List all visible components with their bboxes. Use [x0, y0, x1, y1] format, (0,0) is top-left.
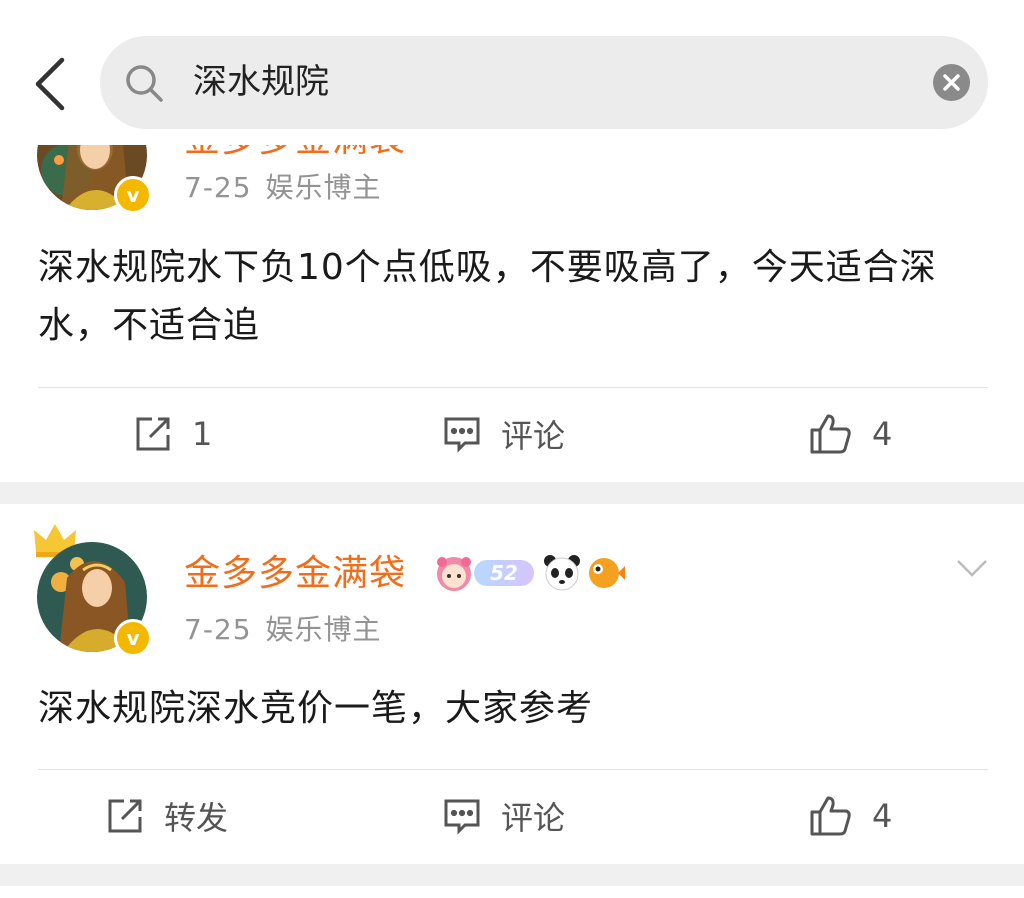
clear-search-button[interactable]: [933, 64, 970, 101]
verified-badge-icon: v: [114, 176, 152, 214]
like-button[interactable]: 4: [810, 794, 892, 838]
author-name[interactable]: 金多多金满袋: [184, 552, 406, 596]
pufferfish-icon: [589, 558, 625, 588]
comment-label: 评论: [501, 799, 566, 837]
repost-label: 1: [192, 415, 213, 453]
level-badge: 52: [474, 560, 534, 586]
search-input[interactable]: 深水规院: [193, 60, 329, 104]
author-tag: 娱乐博主: [265, 613, 382, 646]
divider: [38, 769, 988, 770]
post-card: v 金多多金满袋 52 7-25 娱乐博主 深水规院深水竞价一笔，大家参考 转发 …: [0, 504, 1024, 864]
comment-label: 评论: [501, 417, 566, 455]
repost-button[interactable]: 1: [134, 412, 212, 456]
panda-icon: [544, 555, 580, 591]
post-content[interactable]: 深水规院深水竞价一笔，大家参考: [38, 680, 988, 738]
thumbs-up-icon: [810, 414, 851, 454]
post-meta: 7-25 娱乐博主: [184, 170, 382, 206]
verified-badge-icon: v: [114, 619, 152, 657]
comment-button[interactable]: 评论: [443, 794, 565, 838]
like-count: 4: [872, 415, 893, 453]
thumbs-up-icon: [810, 796, 851, 836]
post-date: 7-25: [184, 171, 252, 204]
separator: [0, 864, 1024, 886]
comment-icon: [444, 417, 480, 453]
repost-button[interactable]: 转发: [106, 794, 228, 838]
search-header: 深水规院: [0, 0, 1024, 145]
share-icon: [108, 799, 142, 833]
divider: [38, 387, 988, 388]
back-arrow-icon[interactable]: [30, 56, 72, 112]
search-bar[interactable]: 深水规院: [100, 36, 988, 129]
author-tag: 娱乐博主: [265, 171, 382, 204]
like-button[interactable]: 4: [810, 412, 892, 456]
comment-button[interactable]: 评论: [443, 412, 565, 456]
post-content[interactable]: 深水规院水下负10个点低吸，不要吸高了，今天适合深水，不适合追: [38, 239, 988, 355]
comment-icon: [444, 799, 480, 835]
chevron-down-icon[interactable]: [956, 558, 988, 578]
post-date: 7-25: [184, 613, 252, 646]
post-meta: 7-25 娱乐博主: [184, 612, 382, 648]
share-icon: [136, 417, 170, 451]
separator: [0, 482, 1024, 504]
girl-emoji-icon: [437, 557, 471, 591]
search-icon: [126, 65, 163, 102]
close-icon: [943, 74, 960, 91]
repost-label: 转发: [164, 799, 229, 837]
like-count: 4: [872, 797, 893, 835]
